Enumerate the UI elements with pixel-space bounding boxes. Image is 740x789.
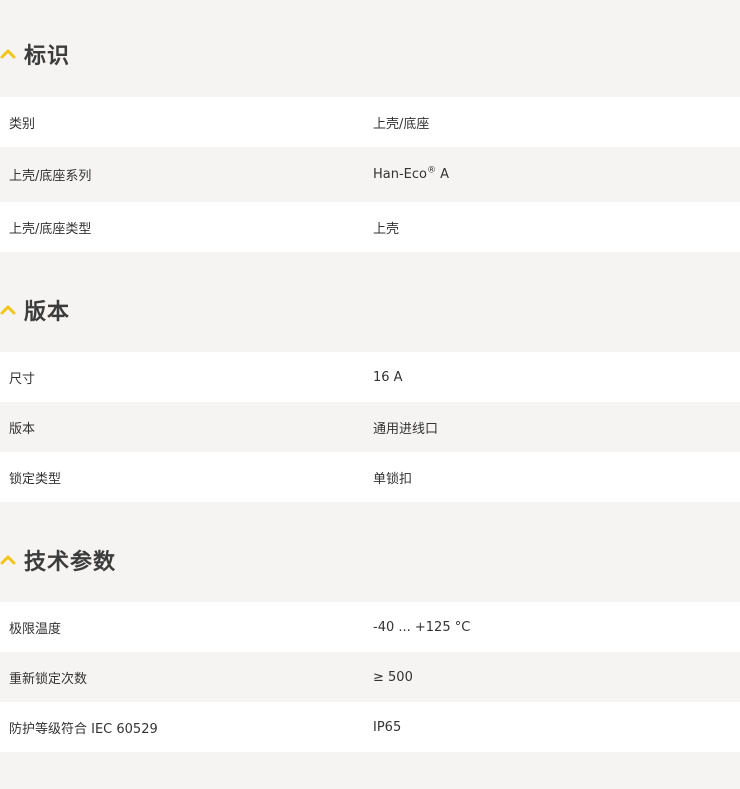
section-title: 技术参数: [24, 550, 117, 575]
chevron-up-icon: [0, 555, 16, 565]
spec-value: IP65: [373, 719, 402, 735]
spec-value: 通用进线口: [373, 421, 439, 437]
spec-row: 上壳/底座类型 上壳: [0, 202, 740, 252]
spec-value: ≥ 500: [373, 669, 413, 685]
spec-label: 极限温度: [9, 621, 62, 637]
spec-row: 尺寸 16 A: [0, 352, 740, 402]
section-toggle[interactable]: 标识: [0, 38, 70, 70]
spec-label: 版本: [9, 421, 36, 437]
spec-value-tail: A: [436, 167, 450, 182]
spec-row: 防护等级符合 IEC 60529 IP65: [0, 702, 740, 752]
section-toggle[interactable]: 版本: [0, 294, 70, 326]
chevron-up-icon: [0, 305, 16, 315]
section-header-version[interactable]: 版本: [0, 252, 740, 352]
registered-mark: ®: [427, 165, 436, 176]
spec-value: Han-Eco® A: [373, 165, 740, 182]
spec-row: 锁定类型 单锁扣: [0, 452, 740, 502]
spec-label: 尺寸: [9, 371, 36, 387]
spec-value: 16 A: [373, 369, 403, 385]
spec-label: 上壳/底座系列: [9, 169, 92, 184]
spec-label: 上壳/底座类型: [9, 221, 92, 237]
section-header-identification[interactable]: 标识: [0, 0, 740, 97]
product-specs: 标识 类别 上壳/底座 上壳/底座系列 Han-Eco® A 上壳/底座类型 上…: [0, 0, 740, 789]
spec-value: 单锁扣: [373, 471, 413, 487]
spec-label: 重新锁定次数: [9, 671, 88, 687]
spec-value: 上壳/底座: [373, 116, 430, 132]
chevron-up-icon: [0, 49, 16, 59]
section-toggle[interactable]: 技术参数: [0, 544, 116, 576]
spec-value-main: Han-Eco: [373, 167, 427, 182]
spec-value: -40 ... +125 °C: [373, 619, 471, 635]
spec-label: 类别: [9, 116, 36, 132]
spec-row: 重新锁定次数 ≥ 500: [0, 652, 740, 702]
spec-label: 锁定类型: [9, 471, 62, 487]
spec-label: 防护等级符合 IEC 60529: [9, 721, 158, 737]
spec-value: 上壳: [373, 221, 400, 237]
spec-row: 类别 上壳/底座: [0, 97, 740, 147]
section-title: 标识: [24, 44, 71, 69]
spec-row: 极限温度 -40 ... +125 °C: [0, 602, 740, 652]
section-header-technical-data[interactable]: 技术参数: [0, 502, 740, 602]
spec-row: 上壳/底座系列 Han-Eco® A: [0, 147, 740, 202]
section-title: 版本: [24, 300, 71, 325]
spec-row: 版本 通用进线口: [0, 402, 740, 452]
